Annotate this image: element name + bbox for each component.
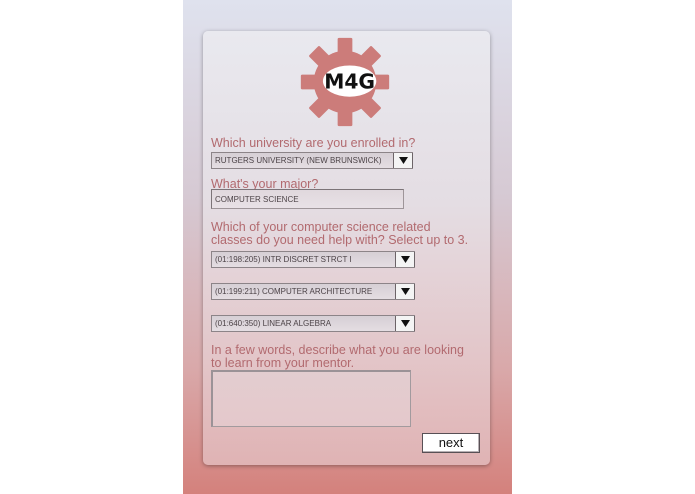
triangle-down-icon [400, 288, 410, 295]
university-question: Which university are you enrolled in? [211, 136, 416, 150]
major-input[interactable]: COMPUTER SCIENCE [211, 189, 404, 209]
goals-question-line2: to learn from your mentor. [211, 356, 355, 370]
major-input-value: COMPUTER SCIENCE [215, 195, 299, 204]
class-select-1[interactable]: (01:198:205) INTR DISCRET STRCT I [211, 251, 415, 268]
mentor-signup-form: M4G Which university are you enrolled in… [203, 31, 490, 465]
university-select-value: RUTGERS UNIVERSITY (NEW BRUNSWICK) [215, 156, 382, 165]
university-select[interactable]: RUTGERS UNIVERSITY (NEW BRUNSWICK) [211, 152, 413, 169]
next-button[interactable]: next [422, 433, 480, 453]
logo-text: M4G [324, 69, 375, 93]
class-select-2[interactable]: (01:199:211) COMPUTER ARCHITECTURE [211, 283, 415, 300]
triangle-down-icon [398, 157, 408, 164]
class-select-1-value: (01:198:205) INTR DISCRET STRCT I [215, 255, 352, 264]
dropdown-arrow-button[interactable] [395, 316, 415, 331]
app-background: M4G Which university are you enrolled in… [183, 0, 512, 494]
triangle-down-icon [400, 256, 410, 263]
class-select-2-value: (01:199:211) COMPUTER ARCHITECTURE [215, 287, 373, 296]
goals-textarea[interactable] [211, 370, 411, 427]
dropdown-arrow-button[interactable] [393, 153, 413, 168]
class-select-3-value: (01:640:350) LINEAR ALGEBRA [215, 319, 332, 328]
classes-question-line2: classes do you need help with? Select up… [211, 233, 469, 247]
dropdown-arrow-button[interactable] [395, 252, 415, 267]
triangle-down-icon [400, 320, 410, 327]
dropdown-arrow-button[interactable] [395, 284, 415, 299]
class-select-3[interactable]: (01:640:350) LINEAR ALGEBRA [211, 315, 415, 332]
m4g-gear-logo: M4G [300, 37, 390, 127]
